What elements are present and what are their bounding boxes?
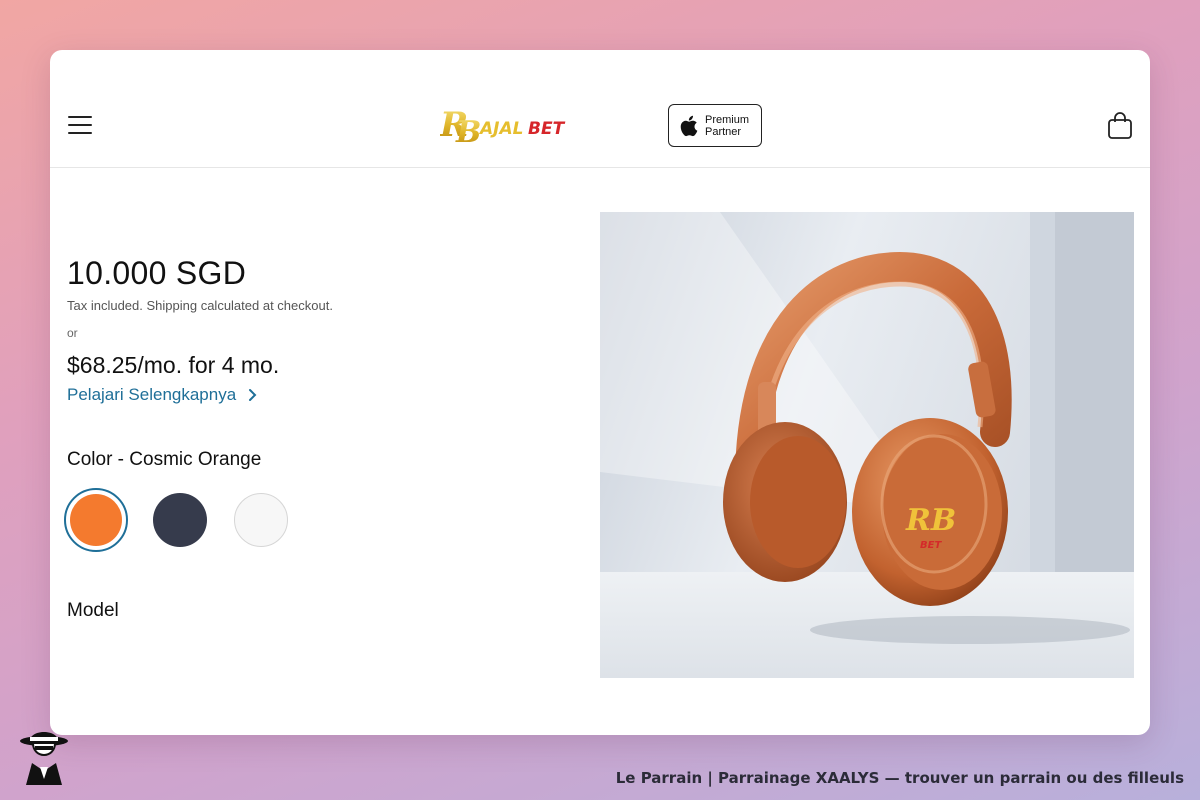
chevron-right-icon [249,389,257,401]
swatch-midnight[interactable] [153,493,207,547]
badge-line-2: Partner [705,125,742,138]
learn-more-link[interactable]: Pelajari Selengkapnya [67,385,257,405]
tax-note: Tax included. Shipping calculated at che… [67,298,333,313]
premium-partner-badge: Premium Partner [668,104,762,147]
hamburger-menu-icon[interactable] [68,113,92,137]
or-text: or [67,326,78,340]
svg-text:AJAL: AJAL [478,119,523,139]
learn-more-label: Pelajari Selengkapnya [67,385,237,404]
swatch-cosmic-orange[interactable] [64,488,128,552]
product-card: R B AJAL BET Premium Partner 10.000 SGD … [50,50,1150,735]
svg-text:BET: BET [528,119,566,139]
brand-logo[interactable]: R B AJAL BET [440,106,575,146]
product-image: RB BET [600,212,1134,678]
mafia-man-hat-icon [20,732,68,785]
color-label: Color - Cosmic Orange [67,449,262,470]
footer-caption: Le Parrain | Parrainage XAALYS — trouver… [615,769,1184,787]
svg-text:BET: BET [920,540,942,551]
svg-text:B: B [455,115,481,146]
installment-price: $68.25/mo. for 4 mo. [67,352,280,378]
product-price: 10.000 SGD [67,255,247,291]
site-header: R B AJAL BET Premium Partner [50,50,1150,168]
svg-text:RB: RB [905,503,956,538]
badge-line-1: Premium [705,113,750,126]
apple-logo-icon [680,115,698,136]
model-label: Model [67,600,119,621]
shopping-bag-icon[interactable] [1107,112,1133,140]
swatch-white[interactable] [234,493,288,547]
